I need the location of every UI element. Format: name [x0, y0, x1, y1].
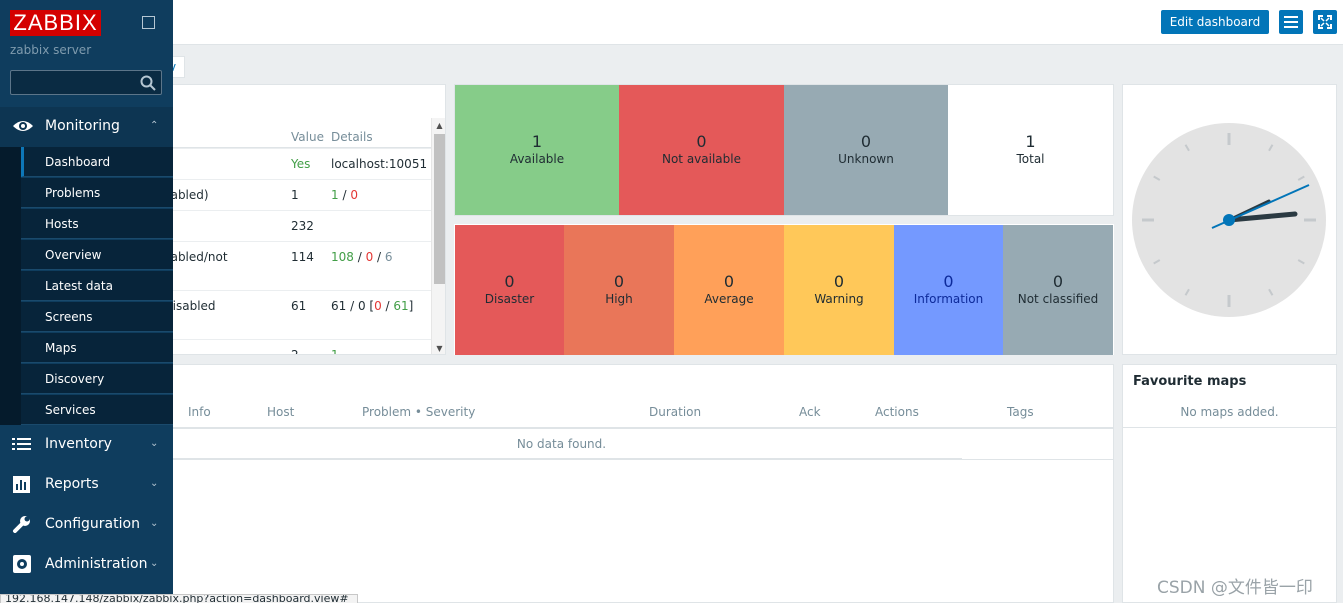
scroll-up-icon[interactable]: ▲	[435, 121, 444, 130]
value-cell: 232	[291, 219, 314, 233]
no-data-message: No data found.	[161, 429, 962, 459]
menu-monitoring[interactable]: Monitoring ⌃	[0, 107, 173, 147]
value-cell: 61	[291, 299, 307, 313]
value-cell: 114	[291, 250, 314, 264]
sidebar-item-overview[interactable]: Overview	[21, 240, 173, 270]
table-row: 2 1	[161, 339, 431, 355]
severity-tile-not-classified[interactable]: 0 Not classified	[1003, 225, 1113, 355]
severity-tile-warning[interactable]: 0 Warning	[784, 225, 894, 355]
clock-widget	[1122, 84, 1337, 355]
no-maps-message: No maps added.	[1180, 405, 1279, 419]
gear-icon	[13, 555, 31, 573]
value-cell: Yes	[291, 157, 311, 171]
column-header-details: Details	[331, 130, 373, 144]
server-name: zabbix server	[10, 43, 92, 57]
sidebar-item-hosts[interactable]: Hosts	[21, 209, 173, 239]
widget-title: Favourite maps	[1133, 374, 1247, 389]
page-header: Edit dashboard	[0, 0, 1343, 45]
menu-administration[interactable]: Administration ⌄	[0, 545, 173, 585]
table-row: 232	[161, 210, 431, 241]
details-cell: 1	[331, 348, 339, 355]
fullscreen-icon	[1318, 15, 1332, 29]
system-information-widget: Value Details Yes localhost:10051 isable…	[160, 84, 446, 355]
chevron-down-icon: ⌄	[150, 518, 159, 529]
sidebar-item-dashboard[interactable]: Dashboard	[21, 147, 173, 177]
severity-tile-high[interactable]: 0 High	[564, 225, 674, 355]
details-cell: 108 / 0 / 6	[331, 250, 393, 264]
fullscreen-button[interactable]	[1313, 10, 1337, 34]
value-cell: 1	[291, 188, 299, 202]
availability-tile-unknown[interactable]: 0 Unknown	[784, 85, 948, 215]
problems-by-severity-widget: 0 Disaster 0 High 0 Average 0 Warning 0 …	[454, 224, 1114, 355]
search-icon[interactable]	[140, 75, 156, 91]
severity-tile-disaster[interactable]: 0 Disaster	[455, 225, 564, 355]
hamburger-icon	[1284, 16, 1298, 28]
widget-scrollbar[interactable]: ▲ ▼	[431, 118, 445, 354]
sidebar-item-discovery[interactable]: Discovery	[21, 364, 173, 394]
column-header-info[interactable]: Info	[188, 405, 211, 419]
table-row: Yes localhost:10051	[161, 148, 431, 179]
sidebar-item-problems[interactable]: Problems	[21, 178, 173, 208]
column-header-ack[interactable]: Ack	[799, 405, 821, 419]
zabbix-logo[interactable]: ZABBIX	[10, 10, 101, 36]
sidebar: ZABBIX zabbix server Monitoring ⌃ Dashbo…	[0, 0, 173, 594]
sidebar-item-screens[interactable]: Screens	[21, 302, 173, 332]
column-header-actions[interactable]: Actions	[875, 405, 919, 419]
column-header-problem-severity[interactable]: Problem • Severity	[362, 405, 475, 419]
value-cell: 2	[291, 348, 299, 355]
list-icon	[12, 438, 31, 450]
sidebar-item-services[interactable]: Services	[21, 395, 173, 425]
sidebar-item-maps[interactable]: Maps	[21, 333, 173, 363]
favourite-maps-widget: Favourite maps No maps added.	[1122, 364, 1337, 603]
status-bar-url: 192.168.147.148/zabbix/zabbix.php?action…	[0, 594, 358, 603]
bar-chart-icon	[13, 476, 30, 493]
details-cell: localhost:10051	[331, 157, 428, 171]
availability-tile-available[interactable]: 1 Available	[455, 85, 619, 215]
edit-dashboard-button[interactable]: Edit dashboard	[1161, 10, 1269, 34]
host-availability-widget: 1 Available 0 Not available 0 Unknown 1 …	[454, 84, 1114, 216]
sidebar-item-latest-data[interactable]: Latest data	[21, 271, 173, 301]
column-header-host[interactable]: Host	[267, 405, 294, 419]
severity-tile-average[interactable]: 0 Average	[674, 225, 784, 355]
column-header-tags[interactable]: Tags	[1007, 405, 1034, 419]
collapse-sidebar-icon[interactable]	[142, 16, 155, 29]
wrench-icon	[13, 516, 30, 533]
table-row: isabled/not 114 108 / 0 / 6	[161, 241, 431, 290]
scroll-down-icon[interactable]: ▼	[435, 344, 444, 353]
table-row: /disabled 61 61 / 0 [0 / 61]	[161, 290, 431, 339]
chevron-up-icon: ⌃	[150, 120, 159, 131]
clock-face	[1132, 123, 1326, 317]
watermark: CSDN @文件皆一印	[1157, 578, 1313, 598]
details-cell: 61 / 0 [0 / 61]	[331, 299, 414, 313]
menu-configuration[interactable]: Configuration ⌄	[0, 505, 173, 545]
availability-tile-not-available[interactable]: 0 Not available	[619, 85, 784, 215]
menu-inventory[interactable]: Inventory ⌄	[0, 425, 173, 465]
table-row: isabled) 1 1 / 0	[161, 179, 431, 210]
problems-widget: Info Host Problem • Severity Duration Ac…	[160, 364, 1114, 603]
chevron-down-icon: ⌄	[150, 478, 159, 489]
dashboard-menu-button[interactable]	[1279, 10, 1303, 34]
chevron-down-icon: ⌄	[150, 438, 159, 449]
menu-reports[interactable]: Reports ⌄	[0, 465, 173, 505]
eye-icon	[13, 121, 33, 131]
availability-tile-total[interactable]: 1 Total	[948, 85, 1113, 215]
chevron-down-icon: ⌄	[150, 558, 159, 569]
severity-tile-information[interactable]: 0 Information	[894, 225, 1003, 355]
scroll-thumb[interactable]	[434, 134, 445, 284]
column-header-value: Value	[291, 130, 324, 144]
details-cell: 1 / 0	[331, 188, 358, 202]
column-header-duration[interactable]: Duration	[649, 405, 701, 419]
